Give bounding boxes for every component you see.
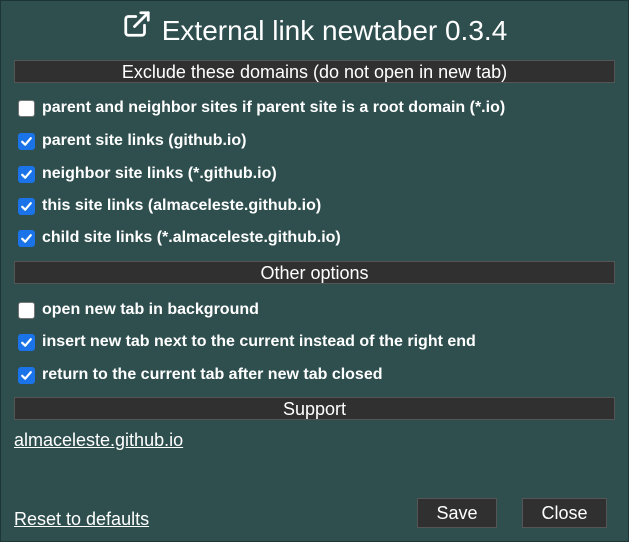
checkbox-checked[interactable]	[18, 333, 35, 351]
checkbox-checked[interactable]	[18, 132, 35, 150]
checkmark-icon	[21, 169, 32, 179]
option-label: neighbor site links (*.github.io)	[42, 165, 277, 182]
section-support: Support	[14, 397, 615, 420]
option-exclude-parent-site[interactable]: parent site links (github.io)	[18, 129, 246, 153]
checkbox-checked[interactable]	[18, 197, 35, 215]
save-button[interactable]: Save	[417, 498, 497, 528]
option-open-in-background[interactable]: open new tab in background	[18, 298, 259, 322]
option-label: open new tab in background	[42, 301, 259, 318]
section-exclude-domains: Exclude these domains (do not open in ne…	[14, 60, 615, 83]
option-label: return to the current tab after new tab …	[42, 366, 383, 383]
option-exclude-child-sites[interactable]: child site links (*.almaceleste.github.i…	[18, 226, 341, 250]
checkbox-checked[interactable]	[18, 366, 35, 384]
option-label: insert new tab next to the current inste…	[42, 333, 476, 350]
checkbox-unchecked[interactable]	[18, 99, 35, 117]
checkmark-icon	[21, 370, 32, 380]
option-label: parent site links (github.io)	[42, 132, 247, 149]
checkmark-icon	[21, 136, 32, 146]
option-label: this site links (almaceleste.github.io)	[42, 197, 322, 214]
checkmark-icon	[21, 201, 32, 211]
option-label: child site links (*.almaceleste.github.i…	[42, 229, 341, 246]
option-label: parent and neighbor sites if parent site…	[42, 99, 506, 116]
section-other-options: Other options	[14, 261, 615, 284]
option-exclude-parent-neighbor-root[interactable]: parent and neighbor sites if parent site…	[18, 96, 505, 120]
option-return-to-current-tab[interactable]: return to the current tab after new tab …	[18, 363, 383, 387]
checkbox-checked[interactable]	[18, 229, 35, 247]
checkmark-icon	[21, 337, 32, 347]
title-text: External link newtaber 0.3.4	[161, 15, 508, 46]
checkbox-unchecked[interactable]	[18, 301, 35, 319]
option-exclude-this-site[interactable]: this site links (almaceleste.github.io)	[18, 194, 321, 218]
checkbox-checked[interactable]	[18, 165, 35, 183]
external-link-icon	[122, 9, 152, 51]
reset-to-defaults-link[interactable]: Reset to defaults	[14, 509, 149, 530]
option-exclude-neighbor-sites[interactable]: neighbor site links (*.github.io)	[18, 162, 277, 186]
close-button[interactable]: Close	[522, 498, 607, 528]
support-link[interactable]: almaceleste.github.io	[14, 430, 183, 451]
checkmark-icon	[21, 233, 32, 243]
page-title: External link newtaber 0.3.4	[0, 10, 629, 54]
option-insert-next-to-current[interactable]: insert new tab next to the current inste…	[18, 330, 476, 354]
